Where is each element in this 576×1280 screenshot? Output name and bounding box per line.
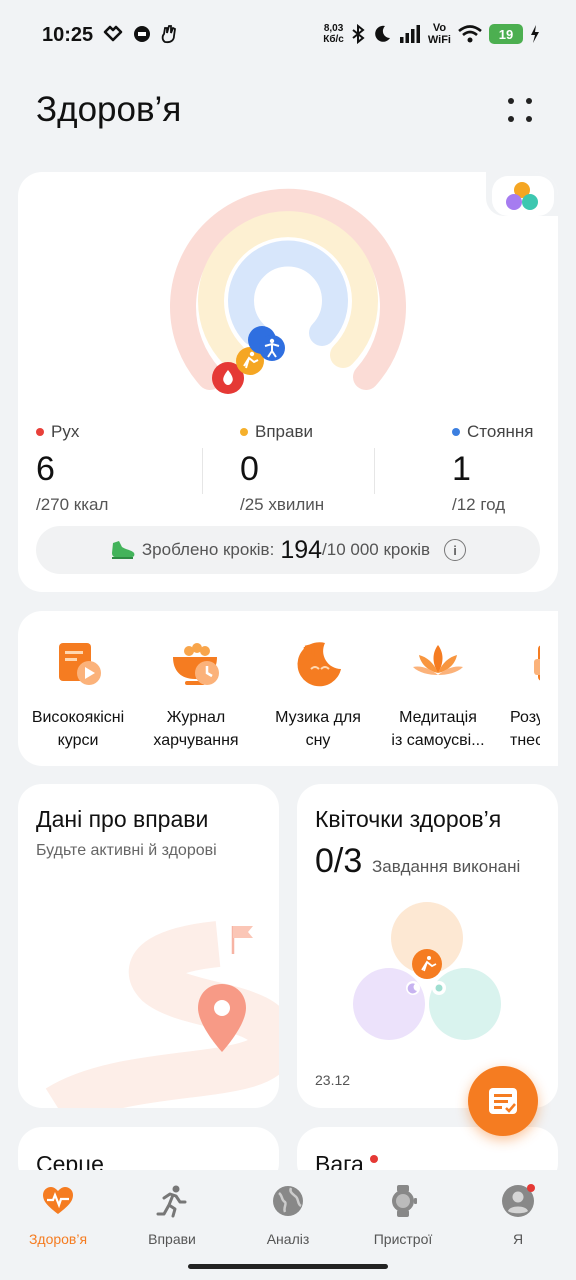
dot-icon	[526, 98, 532, 104]
service-label: Музика для	[275, 709, 361, 726]
exercise-goal: /25 хвилин	[240, 495, 325, 514]
battery-icon: 19	[489, 24, 523, 44]
nav-label: Вправи	[148, 1231, 196, 1247]
nav-tab-health[interactable]: Здоров’я	[10, 1184, 106, 1247]
tile-title: Квіточки здоров’я	[315, 806, 502, 832]
service-label: харчування	[153, 732, 239, 749]
shoe-icon	[111, 541, 135, 559]
services-card-edge	[540, 611, 558, 766]
running-icon	[156, 1185, 187, 1218]
service-label: сну	[305, 732, 331, 749]
exercise-dot-icon	[240, 428, 248, 436]
service-label: Медитація	[399, 709, 477, 726]
video-course-icon	[59, 643, 101, 685]
stand-dot-icon	[452, 428, 460, 436]
home-indicator[interactable]	[188, 1264, 388, 1269]
sleep-music-icon	[297, 642, 341, 687]
heart-icon	[103, 25, 123, 42]
profile-icon	[502, 1184, 535, 1217]
signal-icon	[399, 25, 420, 43]
activity-rings	[170, 188, 406, 394]
move-dot-icon	[36, 428, 44, 436]
nav-tab-me[interactable]: Я	[470, 1184, 566, 1247]
nav-label: Здоров’я	[28, 1231, 88, 1247]
dot-icon	[508, 98, 514, 104]
food-log-icon	[173, 643, 219, 685]
steps-count: 194	[280, 535, 323, 564]
service-item[interactable]: Високоякісні курси	[18, 635, 138, 752]
vowifi-label: Vo WiFi	[427, 22, 451, 46]
divider	[202, 448, 203, 494]
nav-label: Пристрої	[373, 1231, 433, 1247]
stand-value: 1	[452, 450, 471, 488]
tasks-subtitle: Завдання виконані	[372, 857, 521, 876]
tile-subtitle: Будьте активні й здорові	[36, 842, 217, 859]
exercise-metric[interactable]: Вправи 0 /25 хвилин	[240, 422, 324, 515]
info-icon[interactable]: i	[444, 539, 467, 561]
dot-icon	[526, 116, 532, 122]
nav-label: Я	[512, 1231, 524, 1247]
move-label: Рух	[51, 422, 80, 441]
nav-tab-devices[interactable]: Пристрої	[355, 1184, 451, 1247]
bluetooth-icon	[352, 24, 365, 44]
dot-icon	[508, 116, 514, 122]
route-illustration	[45, 921, 279, 1108]
nav-tab-analysis[interactable]: Аналіз	[240, 1184, 336, 1247]
exercise-data-tile[interactable]: Дані про вправи Будьте активні й здорові	[18, 784, 279, 1108]
exercise-label: Вправи	[255, 422, 313, 441]
page-title: Здоров’я	[36, 90, 182, 129]
exercise-value: 0	[240, 450, 259, 488]
service-label: із самоусві...	[391, 732, 485, 749]
three-circles-icon	[506, 182, 538, 210]
flower-illustration	[353, 902, 501, 1040]
steps-goal: /10 000 кроків	[322, 540, 431, 559]
stand-metric[interactable]: Стояння 1 /12 год	[452, 422, 534, 515]
flowers-date: 23.12	[315, 1072, 351, 1088]
lotus-icon	[413, 645, 463, 675]
service-label: Журнал	[166, 709, 226, 726]
health-heart-icon	[43, 1187, 73, 1214]
nav-tab-exercise[interactable]: Вправи	[124, 1184, 220, 1247]
activity-rings-card[interactable]: Рух 6 /270 ккал Вправи 0 /25 хвилин Стоя…	[18, 172, 558, 592]
services-carousel[interactable]: Високоякісні курси Журнал харчування Музик…	[18, 611, 558, 766]
charging-icon	[531, 25, 539, 43]
divider	[374, 448, 375, 494]
steps-label: Зроблено кроків:	[141, 540, 275, 559]
document-edit-icon	[489, 1088, 517, 1114]
move-metric[interactable]: Рух 6 /270 ккал	[36, 422, 108, 515]
status-system-icons: 8,03 Кб/с Vo WiFi 19	[323, 22, 540, 46]
stand-label: Стояння	[467, 422, 534, 441]
health-records-button[interactable]	[468, 1066, 538, 1136]
tile-title: Дані про вправи	[36, 806, 209, 832]
service-item[interactable]: Журнал харчування	[136, 635, 256, 752]
globe-icon	[273, 1186, 303, 1216]
wifi-icon	[458, 25, 482, 43]
nav-label: Аналіз	[266, 1231, 310, 1247]
move-value: 6	[36, 450, 55, 488]
status-notification-icons	[102, 24, 178, 44]
moon-icon	[375, 25, 390, 42]
status-time: 10:25	[42, 24, 94, 46]
service-item[interactable]: Медитація із самоусві...	[378, 635, 498, 752]
message-icon	[134, 26, 150, 42]
notification-dot-icon	[369, 1155, 378, 1163]
health-flowers-tile[interactable]: Квіточки здоров’я 0/3 Завдання виконані …	[297, 784, 558, 1108]
steps-summary[interactable]: Зроблено кроків: 194/10 000 кроків i	[36, 526, 540, 574]
service-item[interactable]: Музика для сну	[258, 635, 378, 752]
watch-icon	[392, 1185, 417, 1217]
hand-icon	[161, 25, 176, 44]
service-label: Високоякісні	[31, 709, 125, 726]
more-options-button[interactable]	[504, 94, 540, 130]
stand-goal: /12 год	[452, 495, 506, 514]
network-speed: 8,03 Кб/с	[323, 23, 344, 45]
tasks-count: 0/3	[315, 842, 363, 880]
move-goal: /270 ккал	[36, 495, 109, 514]
service-label: курси	[57, 732, 99, 749]
status-bar: 10:25 8,03 Кб/с Vo WiFi 19	[0, 0, 576, 70]
